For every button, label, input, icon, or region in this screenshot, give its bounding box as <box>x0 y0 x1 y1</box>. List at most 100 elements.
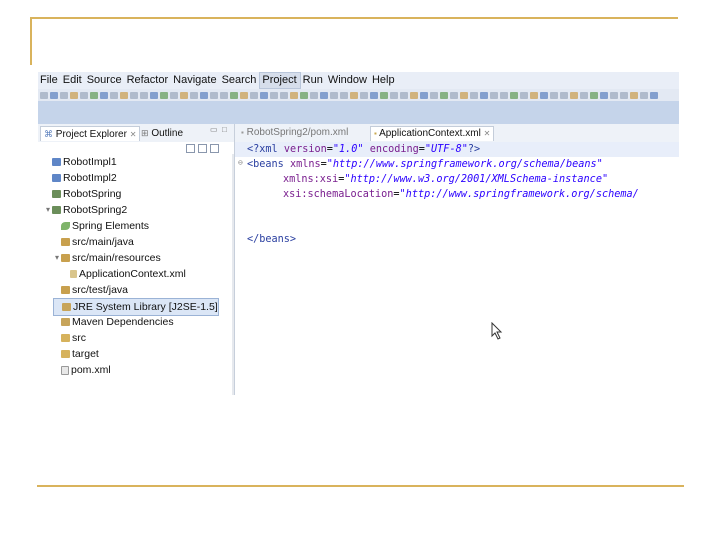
toolbar-button-icon[interactable] <box>630 91 638 99</box>
toolbar-button-icon[interactable] <box>260 91 268 99</box>
toolbar-button-icon[interactable] <box>230 91 238 99</box>
tree-item[interactable]: RobotImpl2 <box>44 170 117 186</box>
tree-item[interactable]: ▾ RobotSpring2 <box>44 202 127 218</box>
collapse-all-icon[interactable] <box>186 144 195 153</box>
toolbar-button-icon[interactable] <box>150 91 158 99</box>
toolbar-button-icon[interactable] <box>60 91 68 99</box>
toolbar-button-icon[interactable] <box>350 91 358 99</box>
tree-item[interactable]: ▾ src/main/resources <box>53 250 161 266</box>
menu-item-navigate[interactable]: Navigate <box>171 72 219 89</box>
toolbar-button-icon[interactable] <box>530 91 538 99</box>
view-menu-icon[interactable] <box>210 144 219 153</box>
tree-item[interactable]: target <box>53 346 99 362</box>
minimize-icon[interactable]: ▭ <box>210 125 218 134</box>
toolbar-button-icon[interactable] <box>330 91 338 99</box>
toolbar-button-icon[interactable] <box>240 91 248 99</box>
toolbar-button-icon[interactable] <box>110 91 118 99</box>
menu-item-project[interactable]: Project <box>259 72 301 89</box>
toolbar-button-icon[interactable] <box>480 91 488 99</box>
tree-item[interactable]: Spring Elements <box>53 218 149 234</box>
tab-application-context[interactable]: ▪ ApplicationContext.xml ✕ <box>370 126 495 141</box>
toolbar-button-icon[interactable] <box>580 91 588 99</box>
expand-toggle-icon[interactable]: ▾ <box>44 202 52 218</box>
tab-pom-xml[interactable]: ▪ RobotSpring2/pom.xml <box>238 126 351 140</box>
toolbar-button-icon[interactable] <box>360 91 368 99</box>
maximize-icon[interactable]: □ <box>222 125 227 134</box>
toolbar-button-icon[interactable] <box>250 91 258 99</box>
toolbar-button-icon[interactable] <box>510 91 518 99</box>
toolbar-button-icon[interactable] <box>430 91 438 99</box>
toolbar-button-icon[interactable] <box>290 91 298 99</box>
toolbar-button-icon[interactable] <box>100 91 108 99</box>
toolbar-button-icon[interactable] <box>340 91 348 99</box>
toolbar-button-icon[interactable] <box>410 91 418 99</box>
tree-item[interactable]: RobotSpring <box>44 186 121 202</box>
tree-item[interactable]: ApplicationContext.xml <box>62 266 186 282</box>
menu-item-file[interactable]: File <box>38 72 61 89</box>
toolbar-button-icon[interactable] <box>450 91 458 99</box>
tree-item[interactable]: pom.xml <box>53 362 111 378</box>
toolbar-button-icon[interactable] <box>80 91 88 99</box>
tree-item[interactable]: Maven Dependencies <box>53 314 174 330</box>
link-with-editor-icon[interactable] <box>198 144 207 153</box>
tree-item[interactable]: src/main/java <box>53 234 134 250</box>
toolbar-button-icon[interactable] <box>610 91 618 99</box>
toolbar-button-icon[interactable] <box>380 91 388 99</box>
toolbar-button-icon[interactable] <box>280 91 288 99</box>
toolbar-button-icon[interactable] <box>300 91 308 99</box>
menu-item-window[interactable]: Window <box>326 72 370 89</box>
toolbar-button-icon[interactable] <box>490 91 498 99</box>
toolbar-button-icon[interactable] <box>200 91 208 99</box>
explorer-scrollbar[interactable] <box>232 154 234 395</box>
tree-item[interactable]: src <box>53 330 86 346</box>
toolbar-button-icon[interactable] <box>70 91 78 99</box>
toolbar-button-icon[interactable] <box>500 91 508 99</box>
toolbar-button-icon[interactable] <box>600 91 608 99</box>
tree-item[interactable]: src/test/java <box>53 282 128 298</box>
toolbar-button-icon[interactable] <box>560 91 568 99</box>
menu-item-refactor[interactable]: Refactor <box>125 72 172 89</box>
close-icon[interactable]: ✕ <box>484 129 491 138</box>
toolbar-button-icon[interactable] <box>650 91 658 99</box>
tree-item[interactable]: RobotImpl1 <box>44 154 117 170</box>
toolbar-button-icon[interactable] <box>640 91 648 99</box>
menu-item-edit[interactable]: Edit <box>61 72 85 89</box>
toolbar-button-icon[interactable] <box>50 91 58 99</box>
menu-item-search[interactable]: Search <box>220 72 260 89</box>
toolbar-button-icon[interactable] <box>170 91 178 99</box>
toolbar-button-icon[interactable] <box>570 91 578 99</box>
toolbar-button-icon[interactable] <box>140 91 148 99</box>
toolbar-button-icon[interactable] <box>370 91 378 99</box>
toolbar-button-icon[interactable] <box>390 91 398 99</box>
tab-outline[interactable]: ⊞ Outline <box>138 126 186 140</box>
toolbar-button-icon[interactable] <box>590 91 598 99</box>
toolbar-button-icon[interactable] <box>540 91 548 99</box>
toolbar-button-icon[interactable] <box>40 91 48 99</box>
toolbar-button-icon[interactable] <box>400 91 408 99</box>
menu-item-help[interactable]: Help <box>370 72 398 89</box>
tab-project-explorer[interactable]: ⌘ Project Explorer ✕ <box>40 126 141 141</box>
toolbar-button-icon[interactable] <box>320 91 328 99</box>
toolbar-button-icon[interactable] <box>550 91 558 99</box>
toolbar-button-icon[interactable] <box>210 91 218 99</box>
toolbar-button-icon[interactable] <box>310 91 318 99</box>
toolbar-button-icon[interactable] <box>90 91 98 99</box>
toolbar-button-icon[interactable] <box>460 91 468 99</box>
fold-toggle-icon[interactable]: ⊖ <box>238 158 243 167</box>
toolbar-button-icon[interactable] <box>270 91 278 99</box>
toolbar-button-icon[interactable] <box>160 91 168 99</box>
expand-toggle-icon[interactable]: ▾ <box>53 250 61 266</box>
toolbar-button-icon[interactable] <box>180 91 188 99</box>
toolbar-button-icon[interactable] <box>120 91 128 99</box>
toolbar-button-icon[interactable] <box>440 91 448 99</box>
menu-item-run[interactable]: Run <box>301 72 326 89</box>
close-icon[interactable]: ✕ <box>130 130 137 139</box>
menu-item-source[interactable]: Source <box>85 72 125 89</box>
toolbar-button-icon[interactable] <box>220 91 228 99</box>
toolbar-button-icon[interactable] <box>520 91 528 99</box>
toolbar-button-icon[interactable] <box>470 91 478 99</box>
toolbar-button-icon[interactable] <box>620 91 628 99</box>
toolbar-button-icon[interactable] <box>130 91 138 99</box>
toolbar-button-icon[interactable] <box>420 91 428 99</box>
toolbar-button-icon[interactable] <box>190 91 198 99</box>
